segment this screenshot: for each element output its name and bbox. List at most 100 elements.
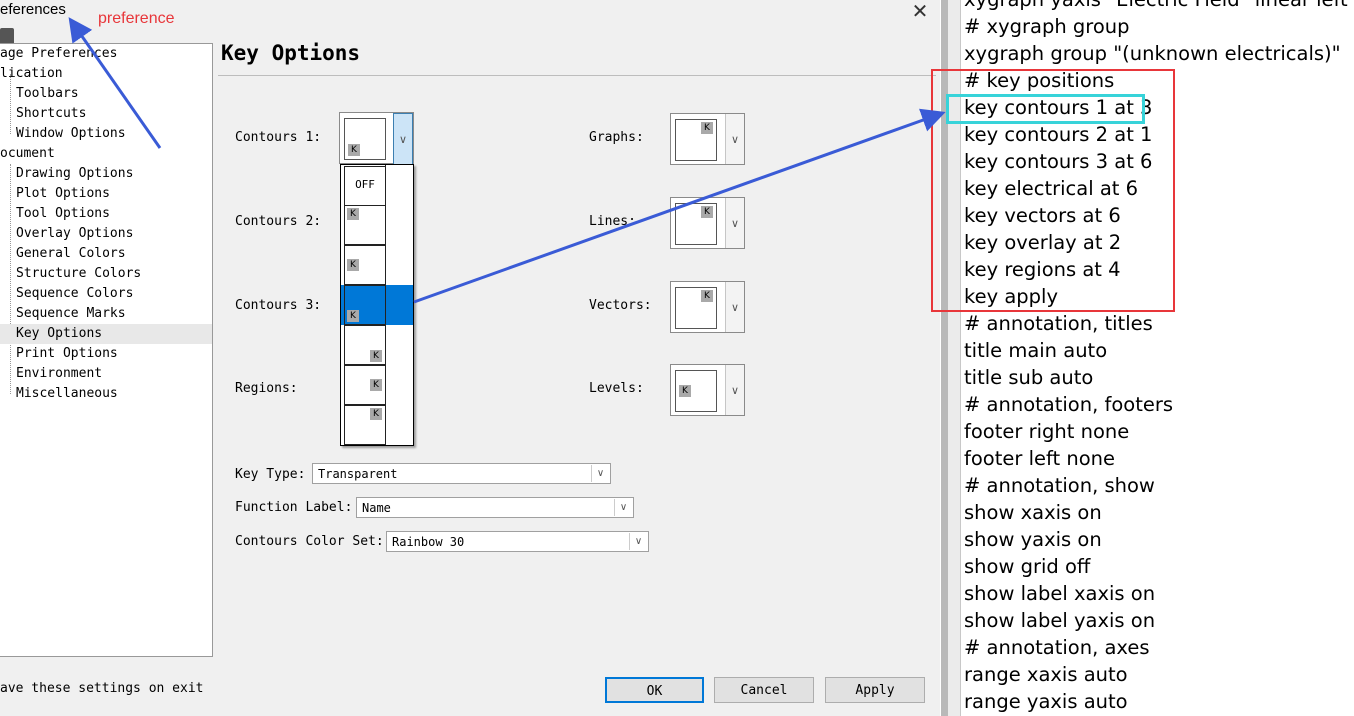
key-badge: K — [370, 350, 382, 362]
script-line: # annotation, axes — [964, 636, 1150, 659]
color-set-select[interactable]: Rainbow 30 ∨ — [386, 531, 649, 552]
tree-item-sequence-marks[interactable]: Sequence Marks — [16, 304, 126, 324]
key-badge: K — [701, 122, 713, 134]
script-line: # annotation, titles — [964, 312, 1153, 335]
chevron-down-icon[interactable]: ∨ — [393, 113, 413, 165]
tree-connector — [10, 164, 11, 394]
save-settings-label[interactable]: ave these settings on exit — [0, 681, 204, 696]
script-line: show label xaxis on — [964, 582, 1156, 605]
color-set-label: Contours Color Set: — [235, 534, 384, 549]
tree-item-drawing-options[interactable]: Drawing Options — [16, 164, 133, 184]
dropdown-option-middle-left[interactable]: K — [344, 245, 386, 285]
key-type-value: Transparent — [318, 467, 398, 481]
key-preview: K — [675, 203, 717, 245]
contours2-label: Contours 2: — [235, 214, 322, 229]
lines-label: Lines: — [589, 214, 636, 229]
script-line: # xygraph group — [964, 15, 1130, 38]
dropdown-option-top-right[interactable]: K — [344, 405, 386, 445]
tree-item-environment[interactable]: Environment — [16, 364, 102, 384]
script-line: show grid off — [964, 555, 1091, 578]
vectors-label: Vectors: — [589, 298, 652, 313]
cancel-button[interactable]: Cancel — [714, 677, 814, 703]
key-preview: K — [344, 118, 386, 160]
contours3-label: Contours 3: — [235, 298, 322, 313]
contours1-key-select[interactable]: K ∨ — [339, 112, 414, 165]
graphs-label: Graphs: — [589, 130, 644, 145]
ok-button[interactable]: OK — [605, 677, 704, 703]
dropdown-option-bottom-left[interactable]: K — [344, 285, 386, 325]
key-badge: K — [347, 310, 359, 322]
function-label-select[interactable]: Name ∨ — [356, 497, 634, 518]
chevron-down-icon[interactable]: ∨ — [725, 282, 744, 332]
window-title: eferences — [0, 1, 66, 18]
tree-item-tool-options[interactable]: Tool Options — [16, 204, 110, 224]
lines-key-select[interactable]: K ∨ — [670, 197, 745, 249]
annotation-label: preference — [98, 10, 175, 27]
function-label-label: Function Label: — [235, 500, 353, 515]
script-line: xygraph yaxis "Electric Field" linear le… — [964, 0, 1348, 13]
off-label: OFF — [355, 178, 375, 191]
tree-item-plot-options[interactable]: Plot Options — [16, 184, 110, 204]
title-separator — [218, 75, 936, 76]
key-badge: K — [347, 259, 359, 271]
tree-item-structure-colors[interactable]: Structure Colors — [16, 264, 141, 284]
function-label-value: Name — [362, 501, 391, 515]
tree-item-general-colors[interactable]: General Colors — [16, 244, 126, 264]
script-line: range xaxis auto — [964, 663, 1128, 686]
color-set-value: Rainbow 30 — [392, 535, 465, 549]
close-icon[interactable]: ✕ — [906, 0, 934, 22]
script-line: show xaxis on — [964, 501, 1102, 524]
chevron-down-icon[interactable]: ∨ — [614, 499, 632, 516]
dropdown-option-bottom-right[interactable]: K — [344, 325, 386, 365]
chevron-down-icon[interactable]: ∨ — [725, 114, 744, 164]
page-title: Key Options — [221, 41, 361, 65]
contours1-line-highlight — [946, 94, 1145, 124]
key-type-select[interactable]: Transparent ∨ — [312, 463, 611, 484]
chevron-down-icon[interactable]: ∨ — [629, 533, 647, 550]
chevron-down-icon[interactable]: ∨ — [725, 365, 744, 415]
key-type-label: Key Type: — [235, 467, 306, 482]
script-line: title main auto — [964, 339, 1108, 362]
vectors-key-select[interactable]: K ∨ — [670, 281, 745, 333]
tree-item-miscellaneous[interactable]: Miscellaneous — [16, 384, 118, 404]
preferences-dialog: eferences preference ✕ age Preferences l… — [0, 0, 940, 716]
tree-item-key-options[interactable]: Key Options — [0, 324, 212, 344]
script-line: range yaxis auto — [964, 690, 1128, 713]
tree-item-language-preferences[interactable]: age Preferences — [0, 44, 117, 64]
tree-item-overlay-options[interactable]: Overlay Options — [16, 224, 133, 244]
key-badge: K — [370, 408, 382, 420]
levels-key-select[interactable]: K ∨ — [670, 364, 745, 416]
key-preview: K — [675, 119, 717, 161]
script-line: # annotation, footers — [964, 393, 1174, 416]
chevron-down-icon[interactable]: ∨ — [725, 198, 744, 248]
key-preview: K — [675, 287, 717, 329]
script-line: xygraph group "(unknown electricals)" — [964, 42, 1341, 65]
tree-item-window-options[interactable]: Window Options — [16, 124, 126, 144]
key-badge: K — [347, 208, 359, 220]
dropdown-option-top-left[interactable]: K — [344, 205, 386, 245]
tree-item-toolbars[interactable]: Toolbars — [16, 84, 79, 104]
apply-button[interactable]: Apply — [825, 677, 925, 703]
script-line: show yaxis on — [964, 528, 1102, 551]
dropdown-option-middle-right[interactable]: K — [344, 365, 386, 405]
dropdown-option-off[interactable]: OFF — [344, 166, 386, 206]
tree-item-sequence-colors[interactable]: Sequence Colors — [16, 284, 133, 304]
script-line: show label yaxis on — [964, 609, 1156, 632]
key-badge: K — [679, 385, 691, 397]
tree-item-application[interactable]: lication — [0, 64, 63, 84]
key-position-dropdown: OFF K K K K K K — [340, 164, 414, 446]
category-tree: age Preferences lication Toolbars Shortc… — [0, 43, 213, 657]
chevron-down-icon[interactable]: ∨ — [591, 465, 609, 482]
key-preview: K — [675, 370, 717, 412]
key-badge: K — [370, 379, 382, 391]
tree-item-shortcuts[interactable]: Shortcuts — [16, 104, 86, 124]
contours1-label: Contours 1: — [235, 130, 322, 145]
graphs-key-select[interactable]: K ∨ — [670, 113, 745, 165]
key-badge: K — [701, 290, 713, 302]
key-badge: K — [348, 144, 360, 156]
levels-label: Levels: — [589, 381, 644, 396]
tree-item-document[interactable]: ocument — [0, 144, 55, 164]
tree-item-print-options[interactable]: Print Options — [16, 344, 118, 364]
key-badge: K — [701, 206, 713, 218]
script-line: footer right none — [964, 420, 1130, 443]
